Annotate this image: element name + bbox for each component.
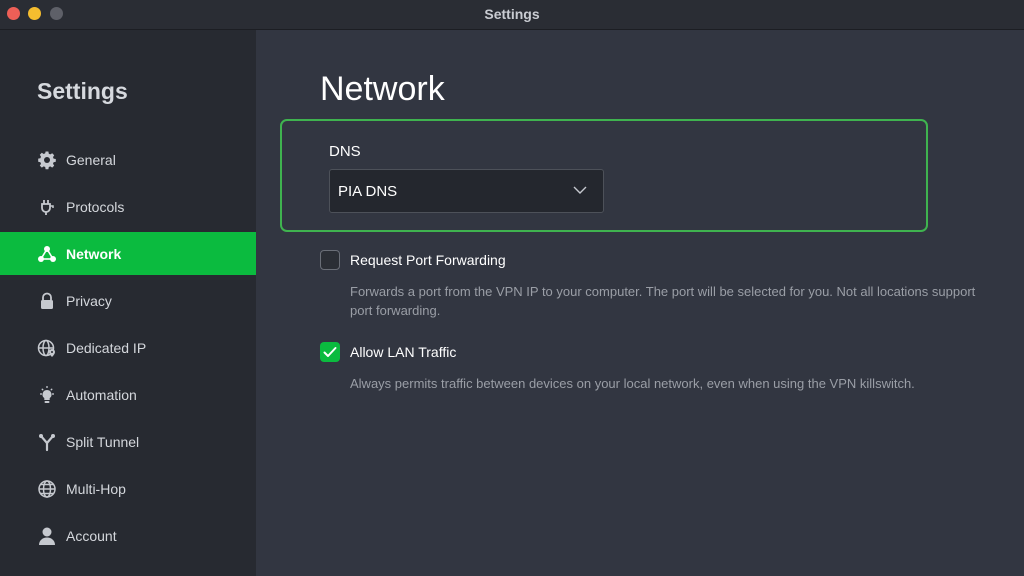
globe-icon [37, 479, 57, 499]
port-forwarding-label[interactable]: Request Port Forwarding [350, 252, 506, 268]
port-forwarding-description: Forwards a port from the VPN IP to your … [350, 284, 976, 318]
sidebar-item-dedicated-ip[interactable]: Dedicated IP [0, 326, 256, 369]
sidebar-item-label: Dedicated IP [66, 339, 147, 356]
page-title: Network [320, 70, 445, 108]
sidebar-item-protocols[interactable]: Protocols [0, 185, 256, 228]
window-title: Settings [484, 6, 540, 22]
sidebar-item-label: Protocols [66, 198, 125, 215]
dns-selected-value: PIA DNS [338, 183, 398, 200]
lightbulb-icon [37, 385, 57, 405]
allow-lan-label[interactable]: Allow LAN Traffic [350, 344, 456, 360]
sidebar-item-privacy[interactable]: Privacy [0, 279, 256, 322]
sidebar-item-automation[interactable]: Automation [0, 373, 256, 416]
sidebar-item-label: General [66, 151, 116, 168]
checkmark-icon [323, 347, 337, 357]
plug-icon [37, 197, 57, 217]
gear-icon [37, 150, 57, 170]
user-icon [37, 526, 57, 546]
sidebar-item-account[interactable]: Account [0, 514, 256, 557]
dns-select[interactable]: PIA DNS [329, 169, 604, 213]
split-icon [37, 432, 57, 452]
dns-label: DNS [329, 143, 361, 160]
sidebar-item-label: Split Tunnel [66, 433, 140, 450]
sidebar-item-label: Multi-Hop [66, 480, 126, 497]
chevron-down-icon [573, 186, 587, 194]
sidebar-item-general[interactable]: General [0, 138, 256, 181]
port-forwarding-checkbox[interactable] [320, 250, 340, 270]
sidebar: Settings General Protocols Network Priva… [0, 30, 256, 576]
sidebar-title: Settings [37, 78, 128, 104]
sidebar-item-label: Account [66, 527, 117, 544]
network-icon [37, 244, 57, 264]
sidebar-item-label: Network [66, 245, 122, 262]
sidebar-item-label: Automation [66, 386, 137, 403]
sidebar-item-split-tunnel[interactable]: Split Tunnel [0, 420, 256, 463]
sidebar-item-network[interactable]: Network [0, 232, 256, 275]
sidebar-item-label: Privacy [66, 292, 112, 309]
allow-lan-description: Always permits traffic between devices o… [350, 376, 915, 391]
allow-lan-checkbox[interactable] [320, 342, 340, 362]
title-bar: Settings [0, 0, 1024, 30]
lock-icon [37, 291, 57, 311]
globe-pin-icon [37, 338, 57, 358]
sidebar-item-multi-hop[interactable]: Multi-Hop [0, 467, 256, 510]
